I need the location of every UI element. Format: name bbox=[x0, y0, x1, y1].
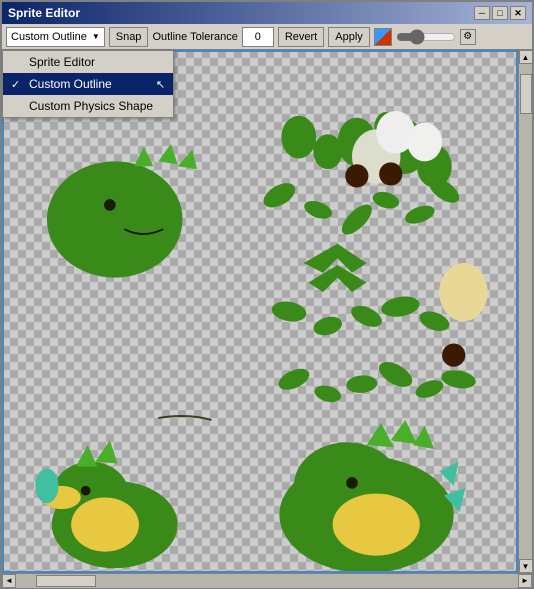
close-button[interactable]: ✕ bbox=[510, 6, 526, 20]
tolerance-input[interactable] bbox=[242, 27, 274, 47]
sprite-canvas[interactable] bbox=[2, 50, 518, 573]
dropdown-label: Custom Outline bbox=[11, 31, 87, 43]
minimize-button[interactable]: ─ bbox=[474, 6, 490, 20]
scroll-left-button[interactable]: ◄ bbox=[2, 574, 16, 588]
sprite-editor-window: Sprite Editor ─ □ ✕ Custom Outline ▼ Sna… bbox=[0, 0, 534, 589]
scroll-down-button[interactable]: ▼ bbox=[519, 559, 533, 573]
revert-button[interactable]: Revert bbox=[278, 27, 324, 47]
scroll-thumb-right[interactable] bbox=[520, 74, 532, 114]
maximize-button[interactable]: □ bbox=[492, 6, 508, 20]
bottom-scrollbar: ◄ ► bbox=[2, 573, 532, 587]
right-scrollbar: ▲ ▼ bbox=[518, 50, 532, 573]
scroll-right-button[interactable]: ► bbox=[518, 574, 532, 588]
window-title: Sprite Editor bbox=[8, 6, 80, 20]
main-area: ▲ ▼ bbox=[2, 50, 532, 573]
canvas-area[interactable] bbox=[2, 50, 518, 573]
color-picker-icon[interactable] bbox=[374, 28, 392, 46]
tolerance-label: Outline Tolerance bbox=[152, 31, 237, 43]
settings-icon[interactable]: ⚙ bbox=[460, 29, 476, 45]
scroll-track-right[interactable] bbox=[519, 64, 533, 559]
title-bar-buttons: ─ □ ✕ bbox=[474, 6, 526, 20]
scroll-thumb-bottom[interactable] bbox=[36, 575, 96, 587]
dropdown-menu: Sprite Editor Custom Outline ↖ Custom Ph… bbox=[2, 50, 174, 118]
snap-button[interactable]: Snap bbox=[109, 27, 149, 47]
menu-item-custom-outline[interactable]: Custom Outline ↖ bbox=[3, 73, 173, 95]
toolbar: Custom Outline ▼ Snap Outline Tolerance … bbox=[2, 24, 532, 50]
chevron-down-icon: ▼ bbox=[92, 32, 100, 41]
zoom-slider[interactable] bbox=[396, 30, 456, 44]
title-bar: Sprite Editor ─ □ ✕ bbox=[2, 2, 532, 24]
mode-dropdown[interactable]: Custom Outline ▼ bbox=[6, 27, 105, 47]
scroll-up-button[interactable]: ▲ bbox=[519, 50, 533, 64]
apply-button[interactable]: Apply bbox=[328, 27, 370, 47]
cursor-indicator: ↖ bbox=[156, 78, 165, 91]
menu-item-custom-physics[interactable]: Custom Physics Shape bbox=[3, 95, 173, 117]
zoom-slider-container bbox=[396, 30, 456, 44]
menu-item-sprite-editor[interactable]: Sprite Editor bbox=[3, 51, 173, 73]
scroll-track-bottom[interactable] bbox=[16, 574, 518, 588]
